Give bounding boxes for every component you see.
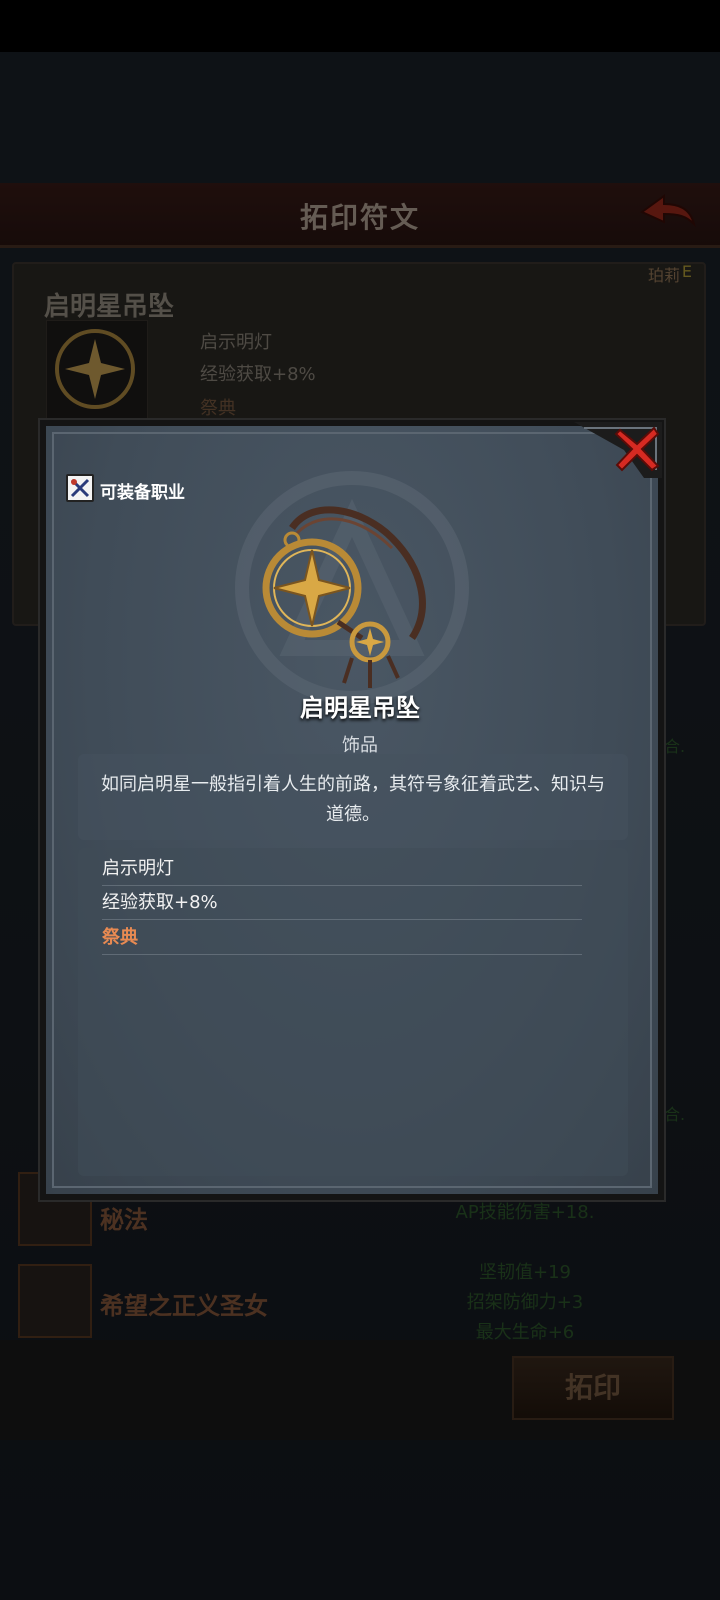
effect-line-2: 经验获取+8% <box>102 887 582 920</box>
job-class-icon[interactable] <box>66 474 94 502</box>
effect-line-1: 启示明灯 <box>102 853 582 886</box>
item-description: 如同启明星一般指引着人生的前路，其符号象征着武艺、知识与道德。 <box>101 774 605 825</box>
equip-class-label[interactable]: 可装备职业 <box>100 478 185 503</box>
status-bar <box>0 0 720 52</box>
close-icon[interactable] <box>612 424 662 474</box>
crossed-tools-icon <box>70 478 90 498</box>
item-name: 启明星吊坠 <box>300 694 420 722</box>
effect-keyword-link[interactable]: 祭典 <box>102 922 582 955</box>
pendant-item-art <box>262 506 426 688</box>
